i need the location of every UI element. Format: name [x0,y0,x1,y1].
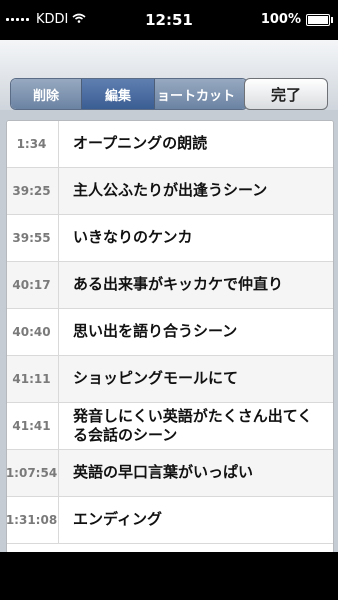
list-item[interactable]: 40:17 ある出来事がキッカケで仲直り [7,262,333,309]
chapter-time: 39:25 [7,168,59,214]
chapter-time: 40:17 [7,262,59,308]
chapter-label: 発音しにくい英語がたくさん出てくる会話のシーン [73,406,313,445]
status-bar: KDDI 12:51 100% [0,0,338,40]
chapter-label: いきなりのケンカ [73,228,193,247]
chapter-time: 41:11 [7,356,59,402]
battery-percent: 100% [260,12,301,27]
chapter-label: 思い出を語り合うシーン [73,322,238,341]
chapter-time: 41:41 [7,403,59,449]
list-item[interactable]: 39:25 主人公ふたりが出逢うシーン [7,168,333,215]
done-button[interactable]: 完了 [244,78,328,110]
segment-shortcut[interactable]: ョートカット [155,79,247,109]
segment-edit[interactable]: 編集 [82,79,155,109]
chapter-label: オープニングの朗読 [73,134,208,153]
chapter-label: ショッピングモールにて [73,369,239,388]
screen: 削除 編集 ョートカット 完了 1:34 オープニングの朗読 39:25 主人公ふたり… [0,40,338,554]
list-item[interactable]: 41:41 発音しにくい英語がたくさん出てくる会話のシーン [7,403,333,450]
list-item[interactable]: 1:34 オープニングの朗読 [7,121,333,168]
segmented-control: 削除 編集 ョートカット [10,78,248,110]
toolbar: 削除 編集 ョートカット 完了 [0,40,338,110]
battery-icon [306,13,333,26]
chapter-label: ある出来事がキッカケで仲直り [73,275,284,294]
list-item[interactable]: 1:31:08 エンディング [7,497,333,544]
segment-delete[interactable]: 削除 [11,79,82,109]
chapter-time: 1:07:54 [7,450,59,496]
list-item[interactable]: 39:55 いきなりのケンカ [7,215,333,262]
chapter-label: 主人公ふたりが出逢うシーン [73,181,268,200]
chapter-time: 1:31:08 [7,497,59,543]
chapter-label: エンディング [73,510,162,529]
bottom-bar [0,552,338,600]
chapter-list: 1:34 オープニングの朗読 39:25 主人公ふたりが出逢うシーン 39:55 いきなり… [6,120,334,554]
chapter-label: 英語の早口言葉がいっぱい [73,463,254,482]
chapter-time: 40:40 [7,309,59,355]
list-item[interactable]: 41:11 ショッピングモールにて [7,356,333,403]
chapter-time: 39:55 [7,215,59,261]
chapter-time: 1:34 [7,121,59,167]
list-item[interactable]: 1:07:54 英語の早口言葉がいっぱい [7,450,333,497]
status-right: 100% [260,12,333,27]
list-item[interactable]: 40:40 思い出を語り合うシーン [7,309,333,356]
